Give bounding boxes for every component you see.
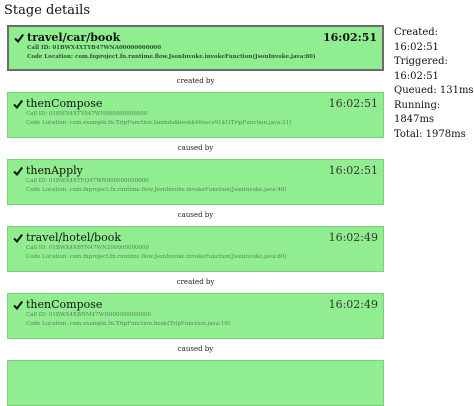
stage-stats: Created: 16:02:51 Triggered: 16:02:51 Qu… <box>394 26 474 142</box>
call-id: Call ID: 01BWX4XBTN47WN200000000000 <box>26 245 149 251</box>
connector-label: created by <box>176 77 215 85</box>
queued-duration: Queued: 131ms <box>394 85 474 96</box>
stage-card[interactable] <box>7 360 384 406</box>
stage-card[interactable]: thenCompose 16:02:49 Call ID: 01BWX4XBNM… <box>7 293 384 339</box>
checkmark-icon <box>13 233 24 243</box>
stage-time: 16:02:51 <box>322 31 377 44</box>
call-id: Call ID: 01BWX4XTEQ47WN000000000000 <box>26 178 149 184</box>
call-id: Call ID: 01BWX4XBNM47WN000000000000 <box>26 312 151 318</box>
stage-card[interactable]: thenCompose 16:02:51 Call ID: 01BWX4XTY8… <box>7 92 384 138</box>
connector-label: caused by <box>177 144 214 152</box>
code-location: Code Location: com.example.fn.TripFuncti… <box>26 120 292 126</box>
connector-label: caused by <box>177 345 214 353</box>
stage-name: thenApply <box>26 164 83 177</box>
code-location: Code Location: com.fnproject.fn.runtime.… <box>26 187 287 193</box>
stage-time: 16:02:49 <box>328 231 378 244</box>
stage-time: 16:02:51 <box>328 97 378 110</box>
stage-name: travel/car/book <box>27 31 121 44</box>
page-title: Stage details <box>4 3 91 18</box>
code-location: Code Location: com.example.fn.TripFuncti… <box>26 321 230 327</box>
code-location: Code Location: com.fnproject.fn.runtime.… <box>26 254 287 260</box>
triggered-time: Triggered: 16:02:51 <box>394 56 448 82</box>
stage-time: 16:02:51 <box>328 164 378 177</box>
call-id: Call ID: 01BWX4XTYB47WNA00000000000 <box>27 45 162 51</box>
checkmark-icon <box>13 99 24 109</box>
code-location: Code Location: com.fnproject.fn.runtime.… <box>27 54 316 60</box>
checkmark-icon <box>14 33 25 43</box>
stage-card[interactable]: travel/car/book 16:02:51 Call ID: 01BWX4… <box>7 25 384 71</box>
created-time: Created: 16:02:51 <box>394 27 439 53</box>
connector-label: caused by <box>177 211 214 219</box>
connector-label: created by <box>176 278 215 286</box>
stage-name: thenCompose <box>26 298 103 311</box>
total-duration: Total: 1978ms <box>394 128 466 140</box>
checkmark-icon <box>13 300 24 310</box>
checkmark-icon <box>13 166 24 176</box>
call-id: Call ID: 01BWX4XTY847WN000000000000 <box>26 111 148 117</box>
stage-name: thenCompose <box>26 97 103 110</box>
stage-time: 16:02:49 <box>328 298 378 311</box>
stage-card[interactable]: thenApply 16:02:51 Call ID: 01BWX4XTEQ47… <box>7 159 384 205</box>
stage-name: travel/hotel/book <box>26 231 121 244</box>
running-duration: Running: 1847ms <box>394 99 441 126</box>
stage-list: travel/car/book 16:02:51 Call ID: 01BWX4… <box>7 25 384 406</box>
stage-card[interactable]: travel/hotel/book 16:02:49 Call ID: 01BW… <box>7 226 384 272</box>
